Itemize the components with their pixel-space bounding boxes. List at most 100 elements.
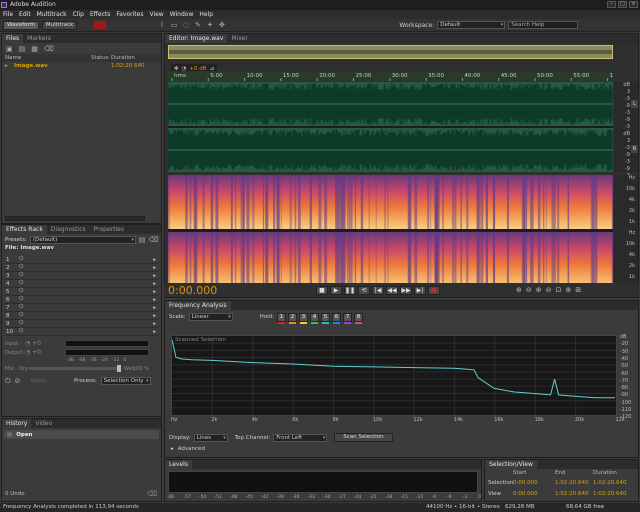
stop-button[interactable]: ■ <box>316 285 328 295</box>
slot-menu-icon[interactable]: ▸ <box>153 289 158 295</box>
menu-help[interactable]: Help <box>199 11 213 18</box>
column-status[interactable]: Status <box>91 55 111 61</box>
effect-slot[interactable]: 2 ⏻ ▸ <box>4 264 158 272</box>
menu-effects[interactable]: Effects <box>90 11 110 18</box>
bypass-icon[interactable]: ⊘ <box>15 377 21 385</box>
presets-select[interactable]: (Default) <box>29 235 136 244</box>
overview-bar[interactable] <box>168 45 613 59</box>
advanced-toggle[interactable]: ▸ Advanced <box>171 446 205 452</box>
selection-start[interactable]: 0:00.000 <box>513 480 555 486</box>
effect-slot[interactable]: 10 ⏻ ▸ <box>4 328 158 336</box>
power-icon[interactable]: ⏻ <box>13 312 23 319</box>
delete-history-icon[interactable]: ⌫ <box>147 490 157 498</box>
go-to-start-button[interactable]: |◀ <box>372 285 384 295</box>
close-button[interactable]: × <box>629 1 638 8</box>
scan-selection-button[interactable]: Scan Selection <box>334 433 393 442</box>
effect-slot[interactable]: 9 ⏻ ▸ <box>4 320 158 328</box>
tab-video[interactable]: Video <box>31 419 56 428</box>
power-icon[interactable]: ⏻ <box>13 296 23 303</box>
hold-button-8[interactable]: 8 <box>354 312 364 324</box>
effect-slot[interactable]: 1 ⏻ ▸ <box>4 256 158 264</box>
zoom-in-point-icon[interactable]: ⊕ <box>565 286 571 294</box>
scale-select[interactable]: Linear <box>188 313 233 321</box>
delete-file-icon[interactable]: ⌫ <box>44 45 54 53</box>
time-selection-icon[interactable]: I <box>157 21 166 30</box>
power-icon[interactable]: ⏻ <box>13 320 23 327</box>
menu-multitrack[interactable]: Multitrack <box>37 11 67 18</box>
hold-button-7[interactable]: 7 <box>343 312 353 324</box>
record-button[interactable]: ● <box>428 285 440 295</box>
zoom-selection-icon[interactable]: ⊞ <box>575 286 581 294</box>
spectral-display[interactable] <box>168 175 614 287</box>
file-row[interactable]: ▸ Image.wav 1:02:20.640 <box>2 62 161 70</box>
power-icon[interactable]: ⏻ <box>13 328 23 335</box>
workspace-select[interactable]: Default <box>437 21 506 29</box>
tab-mixer[interactable]: Mixer <box>227 34 251 43</box>
time-ruler[interactable]: hms 5:00 10:00 15:00 20:00 25:00 30:00 35:00 40:… <box>168 71 631 81</box>
output-gain-icon[interactable]: ◔ +0 <box>25 349 65 356</box>
hold-button-3[interactable]: 3 <box>299 312 309 324</box>
go-to-end-button[interactable]: ▶| <box>414 285 426 295</box>
tab-selection-view[interactable]: Selection/View <box>485 460 537 469</box>
tab-properties[interactable]: Properties <box>90 225 128 234</box>
move-icon[interactable]: ✥ <box>217 21 226 30</box>
slot-menu-icon[interactable]: ▸ <box>153 313 158 319</box>
view-duration[interactable]: 1:02:20.640 <box>593 491 626 497</box>
menu-clip[interactable]: Clip <box>73 11 84 18</box>
lasso-icon[interactable]: ◌ <box>181 21 190 30</box>
record-toggle-icon[interactable] <box>94 21 107 29</box>
tab-frequency-analysis[interactable]: Frequency Analysis <box>165 301 231 310</box>
open-file-icon[interactable]: ▣ <box>6 45 13 53</box>
marquee-icon[interactable]: ▭ <box>169 21 178 30</box>
tab-levels[interactable]: Levels <box>165 460 192 469</box>
channel-toggle[interactable]: L <box>631 100 638 108</box>
effect-slot[interactable]: 8 ⏻ ▸ <box>4 312 158 320</box>
display-select[interactable]: Lines <box>193 433 228 442</box>
zoom-in-amplitude-icon[interactable]: ⊕ <box>516 286 522 294</box>
slot-menu-icon[interactable]: ▸ <box>153 321 158 327</box>
menu-view[interactable]: View <box>149 11 163 18</box>
fast-forward-button[interactable]: ▶▶ <box>400 285 412 295</box>
maximize-button[interactable]: □ <box>618 1 627 8</box>
zoom-out-time-icon[interactable]: ⊖ <box>546 286 552 294</box>
zoom-in-time-icon[interactable]: ⊕ <box>536 286 542 294</box>
brush-icon[interactable]: ✎ <box>193 21 202 30</box>
column-name[interactable]: Name <box>5 55 91 61</box>
menu-file[interactable]: File <box>3 11 13 18</box>
input-gain-icon[interactable]: ◔ +0 <box>25 340 65 347</box>
delete-preset-icon[interactable]: ⌫ <box>149 236 159 244</box>
view-start[interactable]: 0:00.000 <box>513 491 555 497</box>
slot-menu-icon[interactable]: ▸ <box>153 257 158 263</box>
effect-slot[interactable]: 4 ⏻ ▸ <box>4 280 158 288</box>
pause-button[interactable]: ❚❚ <box>344 285 356 295</box>
slot-menu-icon[interactable]: ▸ <box>153 281 158 287</box>
mix-slider[interactable] <box>29 365 121 372</box>
zoom-out-full-icon[interactable]: ⊡ <box>556 286 562 294</box>
tab-editor[interactable]: Editor: Image.wav <box>165 34 228 43</box>
effect-slot[interactable]: 7 ⏻ ▸ <box>4 304 158 312</box>
channel-toggle[interactable]: R <box>631 145 638 153</box>
process-select[interactable]: Selection Only <box>100 377 151 385</box>
zoom-out-amplitude-icon[interactable]: ⊖ <box>526 286 532 294</box>
files-horizontal-scrollbar[interactable] <box>5 216 145 221</box>
tab-history[interactable]: History <box>2 419 32 428</box>
tab-effects-rack[interactable]: Effects Rack <box>2 225 47 234</box>
hold-button-6[interactable]: 6 <box>332 312 342 324</box>
menu-edit[interactable]: Edit <box>19 11 31 18</box>
waveform-display[interactable] <box>167 82 613 172</box>
top-channel-select[interactable]: Front Left <box>273 433 328 442</box>
save-preset-icon[interactable]: ▤ <box>139 236 146 244</box>
close-file-icon[interactable]: ▦ <box>31 45 38 53</box>
waveform-view-button[interactable]: Waveform <box>3 20 39 30</box>
slot-menu-icon[interactable]: ▸ <box>153 329 158 335</box>
spot-healing-icon[interactable]: ✦ <box>205 21 214 30</box>
slot-menu-icon[interactable]: ▸ <box>153 265 158 271</box>
tab-markers[interactable]: Markers <box>23 34 55 43</box>
slot-menu-icon[interactable]: ▸ <box>153 305 158 311</box>
hold-button-5[interactable]: 5 <box>321 312 331 324</box>
play-button[interactable]: ▶ <box>330 285 342 295</box>
apply-button[interactable]: Apply <box>30 378 46 384</box>
hold-button-2[interactable]: 2 <box>288 312 298 324</box>
effect-slot[interactable]: 6 ⏻ ▸ <box>4 296 158 304</box>
menu-window[interactable]: Window <box>170 11 194 18</box>
